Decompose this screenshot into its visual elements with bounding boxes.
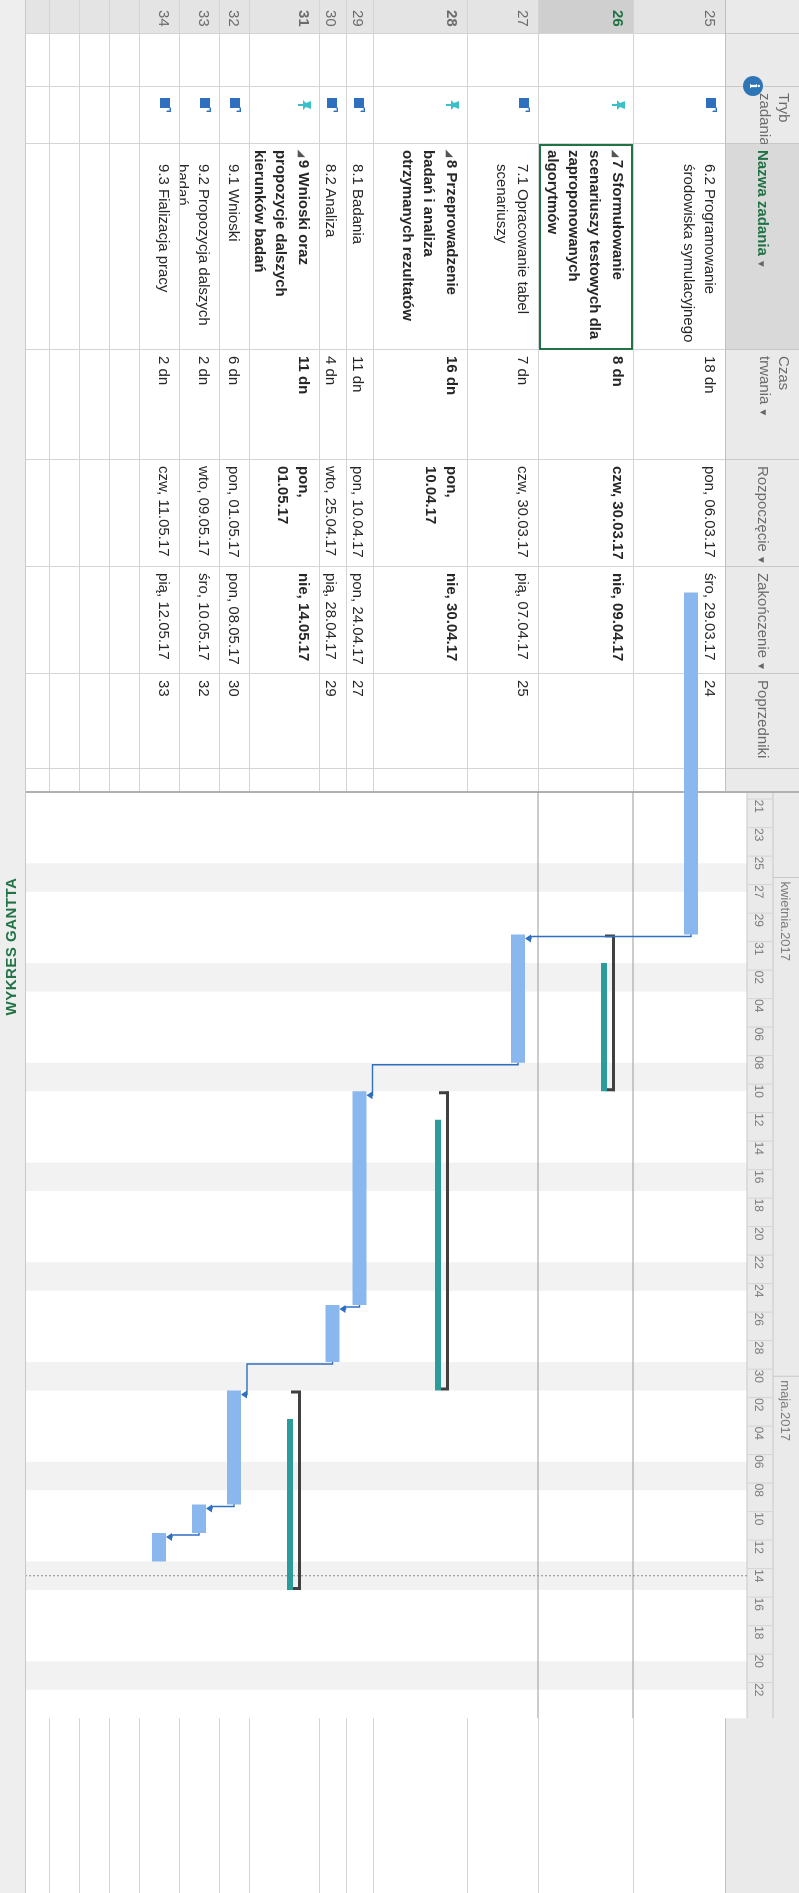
- gantt-chart[interactable]: kwietnia.2017 maja.2017 21 23 25 27 29 31 02 04 06…: [26, 0, 799, 1893]
- summary-bracket-start: [439, 1091, 449, 1095]
- summary-bracket-start: [291, 1390, 301, 1394]
- timescale-day-label: 12: [752, 1113, 766, 1127]
- task-bar: [227, 1390, 241, 1505]
- timescale-day-label: 16: [752, 1170, 766, 1184]
- timescale-day-label: 21: [752, 800, 766, 814]
- timescale-day-label: 20: [752, 1227, 766, 1241]
- timescale-day-label: 08: [752, 1484, 766, 1498]
- timescale-day-label: 18: [752, 1199, 766, 1213]
- task-bar: [325, 1305, 340, 1362]
- timescale-day-label: 22: [752, 1683, 766, 1697]
- task-bar: [192, 1504, 206, 1533]
- timescale-day-label: 22: [752, 1256, 766, 1270]
- weekend-band: [26, 1661, 747, 1690]
- timescale-day-label: 12: [752, 1541, 766, 1555]
- timescale-day-label: 31: [752, 942, 766, 956]
- timescale-day-label: 18: [752, 1626, 766, 1640]
- timescale-day-label: 04: [752, 999, 766, 1013]
- timescale-day-label: 14: [752, 1142, 766, 1156]
- timescale-day-label: 02: [752, 1398, 766, 1412]
- summary-bracket: [612, 934, 615, 1092]
- summary-bracket: [446, 1091, 449, 1391]
- timescale-day-label: 30: [752, 1370, 766, 1384]
- timescale-day-label: 24: [752, 1284, 766, 1298]
- timescale-day-label: 28: [752, 1341, 766, 1355]
- timescale-day-label: 29: [752, 914, 766, 928]
- timescale-day-label: 27: [752, 885, 766, 899]
- weekend-band: [26, 1262, 747, 1291]
- timescale-day-label: 02: [752, 971, 766, 985]
- task-bar: [684, 592, 698, 935]
- timescale-day-label: 16: [752, 1598, 766, 1612]
- view-label-strip: WYKRES GANTTA: [0, 0, 26, 1893]
- timescale-day-label: 20: [752, 1655, 766, 1669]
- summary-bar: [601, 963, 607, 1092]
- timescale-day-label: 04: [752, 1427, 766, 1441]
- view-label: WYKRES GANTTA: [3, 877, 20, 1016]
- timescale-day-label: 06: [752, 1028, 766, 1042]
- summary-bar: [435, 1119, 441, 1391]
- timescale-day-label: 23: [752, 828, 766, 842]
- weekend-band: [26, 1461, 747, 1491]
- weekend-band: [26, 963, 747, 992]
- summary-bar: [287, 1419, 293, 1590]
- timescale-day-label: 10: [752, 1085, 766, 1099]
- timescale-day-label: 14: [752, 1569, 766, 1583]
- task-bar: [152, 1533, 166, 1562]
- weekend-band: [26, 1162, 747, 1191]
- summary-bracket: [298, 1390, 301, 1590]
- timescale-day-label: 06: [752, 1455, 766, 1469]
- weekend-band: [26, 1062, 747, 1092]
- task-bar: [511, 934, 525, 1063]
- weekend-band: [26, 1362, 747, 1391]
- timescale-month-label: kwietnia.2017: [778, 882, 793, 962]
- timescale-month-label: maja.2017: [778, 1380, 793, 1441]
- timescale-day-label: 10: [752, 1512, 766, 1526]
- timescale-day-label: 26: [752, 1313, 766, 1327]
- timescale-day-label: 08: [752, 1056, 766, 1070]
- weekend-band: [26, 863, 747, 892]
- task-bar: [352, 1091, 367, 1305]
- timescale-day-label: 25: [752, 857, 766, 871]
- gantt-view: i Tryb zadania▼ Nazwa zadania▼ Czas trwa…: [0, 0, 799, 1893]
